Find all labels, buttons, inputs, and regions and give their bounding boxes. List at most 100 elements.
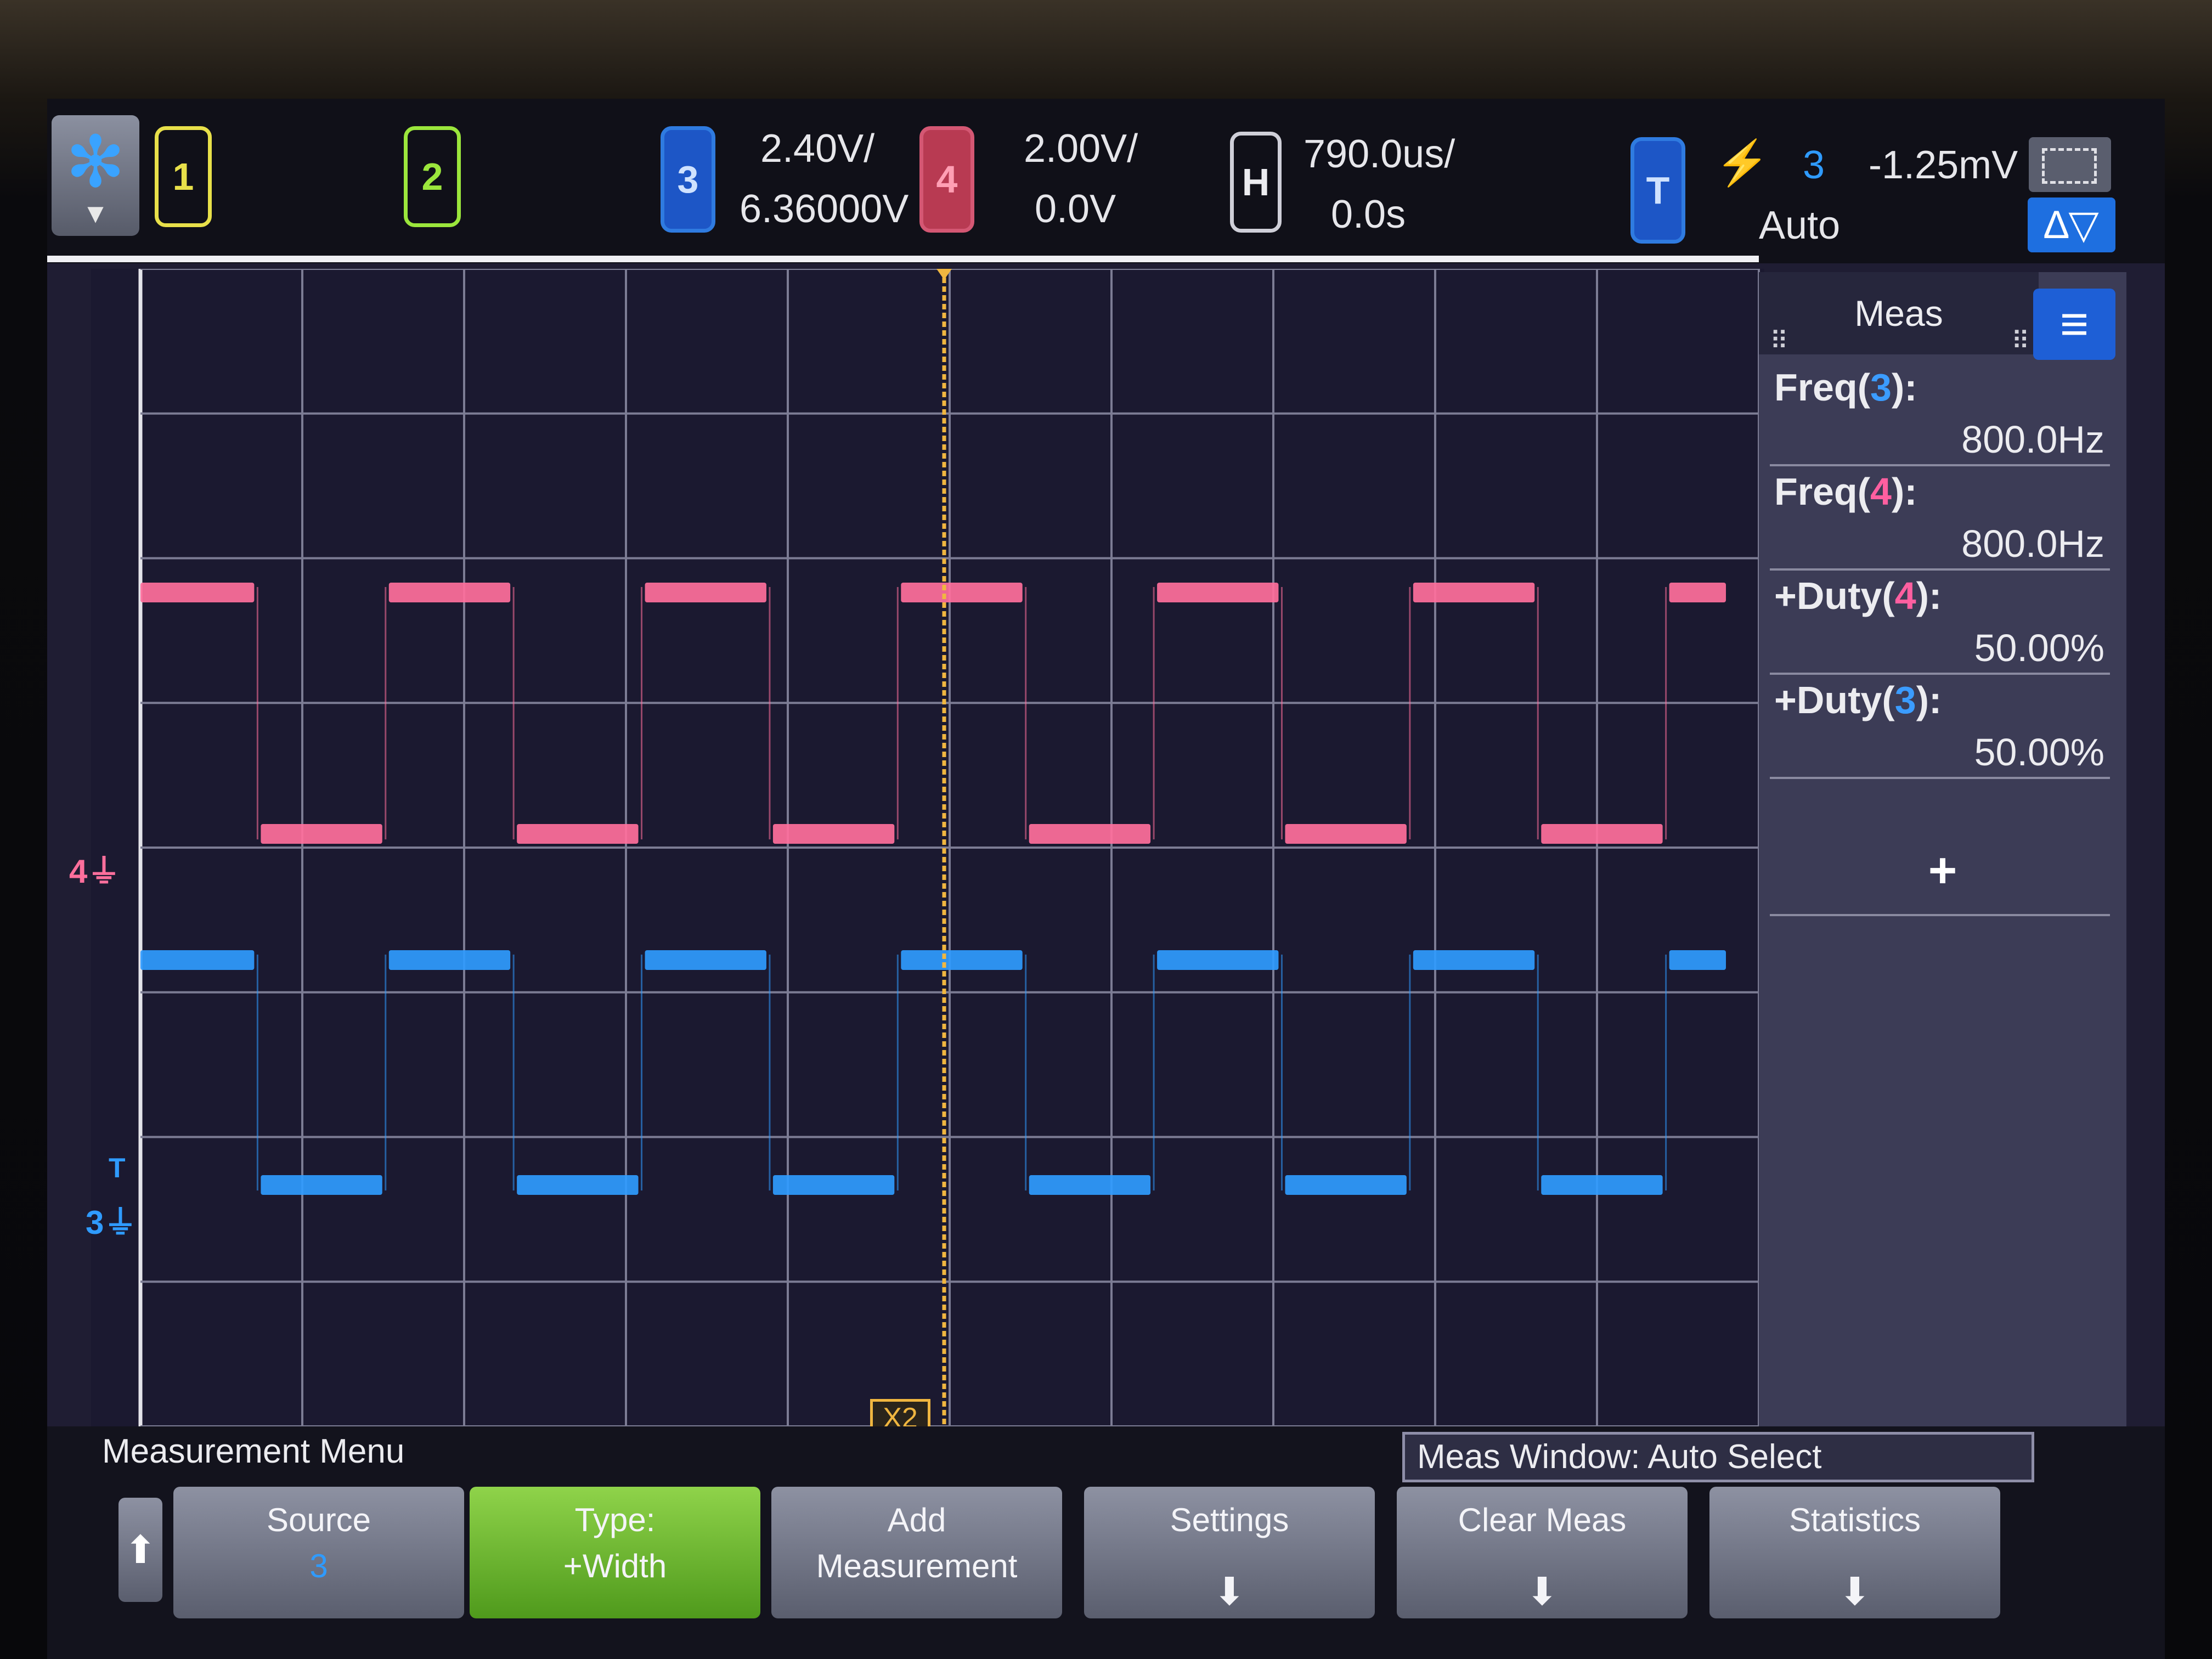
separator <box>1770 777 2110 779</box>
snowflake-icon: ✻ <box>65 122 126 202</box>
measurement-value: 50.00% <box>1974 731 2104 774</box>
horizontal-delay: 0.0s <box>1331 193 1406 236</box>
measurement-value: 50.00% <box>1974 627 2104 669</box>
drag-handle-icon[interactable]: ⠿ <box>2011 300 2030 382</box>
separator <box>1770 464 2110 466</box>
settings-softkey[interactable]: Settings ⬇ <box>1084 1487 1375 1618</box>
channel-3-trace-level-segment <box>901 950 1023 970</box>
channel-4-trace-level-segment <box>388 583 511 602</box>
softkey-label: Statistics <box>1788 1502 1921 1538</box>
channel-1-button[interactable]: 1 <box>155 126 212 227</box>
softkey-label: Clear Meas <box>1458 1502 1627 1538</box>
channel-4-trace-level-segment <box>1285 824 1407 844</box>
rising-edge-icon: ⚡ <box>1715 138 1770 187</box>
source-softkey[interactable]: Source 3 <box>173 1487 464 1618</box>
trigger-source: 3 <box>1803 143 1825 187</box>
channel-4-trace-level-segment <box>1541 824 1663 844</box>
add-measurement-icon[interactable]: + <box>1759 843 2126 899</box>
measurement-panel: ⠿ Meas ⠿ ≡ Freq(3): 800.0Hz Freq(4): 800.0H… <box>1759 272 2126 1485</box>
waveform-display[interactable] <box>91 269 1764 1432</box>
channel-4-trace-level-segment <box>772 824 895 844</box>
channel-4-trace-level-segment <box>1669 583 1726 602</box>
channel-3-trace-level-segment <box>1413 950 1535 970</box>
channel-3-trace-level-segment <box>140 950 255 970</box>
channel-4-trace-level-segment <box>517 824 639 844</box>
channel-3-trace-level-segment <box>772 1175 895 1195</box>
measurement-value: 800.0Hz <box>1961 522 2104 565</box>
horizontal-label: H <box>1242 161 1270 204</box>
zoom-select-icon[interactable] <box>2029 137 2111 192</box>
measurement-label: Freq(4): <box>1774 470 1917 514</box>
measurement-name: +Duty( <box>1774 574 1895 617</box>
trigger-button[interactable]: T <box>1630 137 1685 244</box>
separator <box>1770 914 2110 916</box>
measurement-label: +Duty(4): <box>1774 574 1942 618</box>
delta-cursor-icon[interactable]: ∆▽ <box>2028 198 2115 252</box>
measurement-label: +Duty(3): <box>1774 678 1942 722</box>
trigger-label: T <box>1646 169 1670 212</box>
submenu-arrow-icon: ⬇ <box>1526 1570 1559 1613</box>
trigger-marker: T <box>109 1153 126 1183</box>
ground-icon: ⏚ <box>104 1204 137 1241</box>
type-softkey[interactable]: Type: +Width <box>470 1487 760 1618</box>
horizontal-button[interactable]: H <box>1230 132 1282 233</box>
softkey-label: Settings <box>1170 1502 1289 1538</box>
softkey-value: +Width <box>563 1548 667 1584</box>
channel-2-button[interactable]: 2 <box>404 126 461 227</box>
channel-4-trace-level-segment <box>1029 824 1151 844</box>
channel-2-label: 2 <box>421 155 443 198</box>
channel-3-trace-level-segment <box>261 1175 382 1195</box>
measurement-name: Freq( <box>1774 470 1870 513</box>
channel-3-scale: 2.40V/ <box>760 127 875 171</box>
separator <box>1770 673 2110 675</box>
channel-3-trace-level-segment <box>517 1175 639 1195</box>
channel-3-trace-level-segment <box>1541 1175 1663 1195</box>
channel-3-ground-label: 3 <box>86 1204 104 1241</box>
channel-4-ground-marker[interactable]: 4⏚ <box>69 845 120 893</box>
submenu-arrow-icon: ⬇ <box>1838 1570 1871 1613</box>
trigger-mode: Auto <box>1759 204 1841 247</box>
measurement-name: Freq( <box>1774 366 1870 409</box>
measurement-channel: 3 <box>1894 679 1916 721</box>
statistics-softkey[interactable]: Statistics ⬇ <box>1709 1487 2000 1618</box>
status-bar: ✻ ▼ 1 2 3 2.40V/ 6.36000V 4 2.00V/ 0.0V … <box>47 99 2165 263</box>
measurement-suffix: ): <box>1891 366 1917 409</box>
measurement-channel: 4 <box>1870 470 1892 513</box>
separator <box>1770 568 2110 571</box>
softkey-menu: Measurement Menu Meas Window: Auto Selec… <box>47 1426 2165 1659</box>
channel-4-button[interactable]: 4 <box>919 126 974 233</box>
channel-3-button[interactable]: 3 <box>661 126 715 233</box>
channel-3-label: 3 <box>677 158 699 201</box>
channel-3-trace-level-segment <box>1157 950 1279 970</box>
menu-back-button[interactable]: ⬆ <box>119 1498 162 1602</box>
add-measurement-softkey[interactable]: Add Measurement <box>771 1487 1062 1618</box>
measurement-panel-header[interactable]: ⠿ Meas ⠿ <box>1759 272 2039 355</box>
trigger-level: -1.25mV <box>1869 143 2018 187</box>
ground-icon: ⏚ <box>87 853 121 890</box>
run-control-button[interactable]: ✻ ▼ <box>52 115 139 236</box>
channel-4-trace-level-segment <box>1413 583 1535 602</box>
panel-menu-icon[interactable]: ≡ <box>2033 289 2115 360</box>
chevron-down-icon: ▼ <box>82 198 109 229</box>
measurement-channel: 3 <box>1870 366 1892 409</box>
channel-4-trace-level-segment <box>1157 583 1279 602</box>
channel-1-label: 1 <box>172 155 194 198</box>
horizontal-scale: 790.0us/ <box>1304 132 1455 176</box>
measurement-suffix: ): <box>1891 470 1917 513</box>
channel-3-offset: 6.36000V <box>740 187 909 231</box>
channel-4-trace-level-segment <box>261 824 382 844</box>
menu-title: Measurement Menu <box>102 1432 405 1470</box>
channel-3-ground-marker[interactable]: 3⏚ <box>86 1196 137 1244</box>
measurement-suffix: ): <box>1916 574 1942 617</box>
measurement-channel: 4 <box>1894 574 1916 617</box>
measurement-suffix: ): <box>1916 679 1942 721</box>
channel-4-ground-label: 4 <box>69 853 88 890</box>
meas-window-status: Meas Window: Auto Select <box>1402 1432 2034 1482</box>
channel-4-label: 4 <box>936 158 958 201</box>
softkey-label: Add <box>887 1502 946 1538</box>
channel-3-trace-level-segment <box>645 950 766 970</box>
oscilloscope-screen: ✻ ▼ 1 2 3 2.40V/ 6.36000V 4 2.00V/ 0.0V … <box>47 99 2165 1659</box>
dashed-box-icon <box>2042 148 2097 184</box>
channel-4-trace-level-segment <box>140 583 255 602</box>
clear-meas-softkey[interactable]: Clear Meas ⬇ <box>1397 1487 1688 1618</box>
